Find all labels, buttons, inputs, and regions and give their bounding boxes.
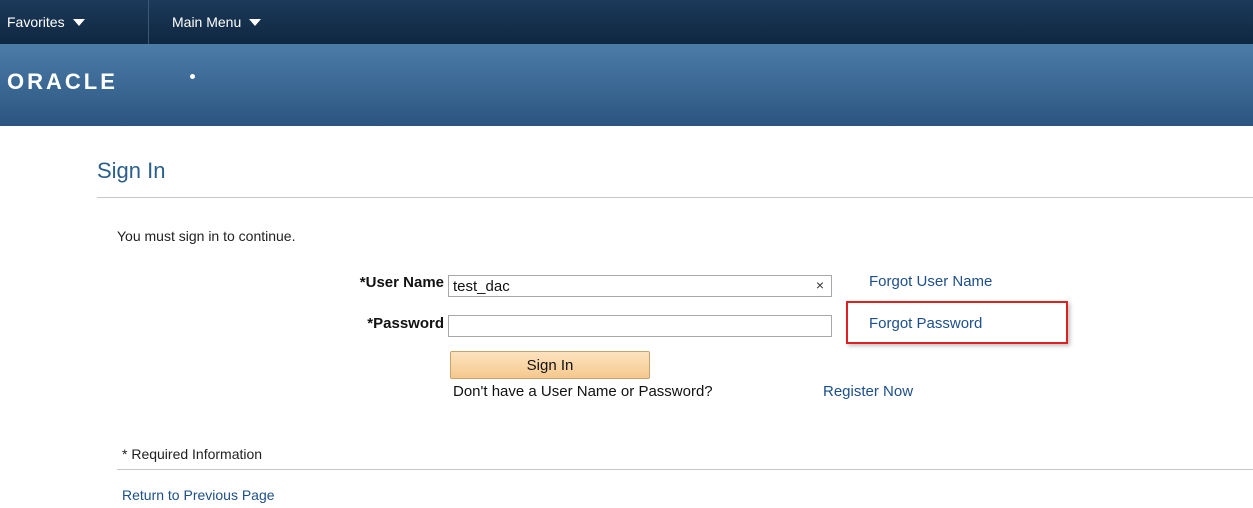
nav-divider (148, 0, 149, 44)
header-banner: ORACLE (0, 44, 1253, 126)
title-divider (97, 197, 1253, 198)
forgot-username-link[interactable]: Forgot User Name (869, 273, 992, 290)
main-menu-label: Main Menu (172, 14, 242, 30)
top-nav-bar: Favorites Main Menu (0, 0, 1253, 44)
username-label: *User Name (359, 274, 444, 291)
page-title: Sign In (97, 158, 166, 183)
chevron-down-icon (72, 18, 85, 26)
logo-registered-mark (190, 74, 195, 79)
oracle-logo: ORACLE (7, 69, 118, 94)
sign-in-button-label: Sign In (526, 357, 574, 374)
favorites-label: Favorites (7, 14, 65, 30)
sign-in-instruction: You must sign in to continue. (117, 228, 296, 244)
chevron-down-icon (249, 18, 262, 26)
register-now-link[interactable]: Register Now (823, 383, 913, 400)
highlight-annotation-box (846, 301, 1068, 344)
main-menu[interactable]: Main Menu (172, 0, 262, 44)
sign-in-button[interactable]: Sign In (450, 351, 650, 379)
no-account-text: Don't have a User Name or Password? (453, 383, 713, 400)
password-input[interactable] (448, 315, 832, 337)
favorites-menu[interactable]: Favorites (7, 0, 85, 44)
return-previous-page-link[interactable]: Return to Previous Page (122, 487, 275, 503)
footer-divider (117, 469, 1253, 470)
username-input[interactable] (448, 275, 832, 297)
password-label: *Password (367, 315, 444, 332)
clear-icon[interactable]: × (812, 277, 828, 293)
required-info-note: * Required Information (122, 446, 263, 462)
